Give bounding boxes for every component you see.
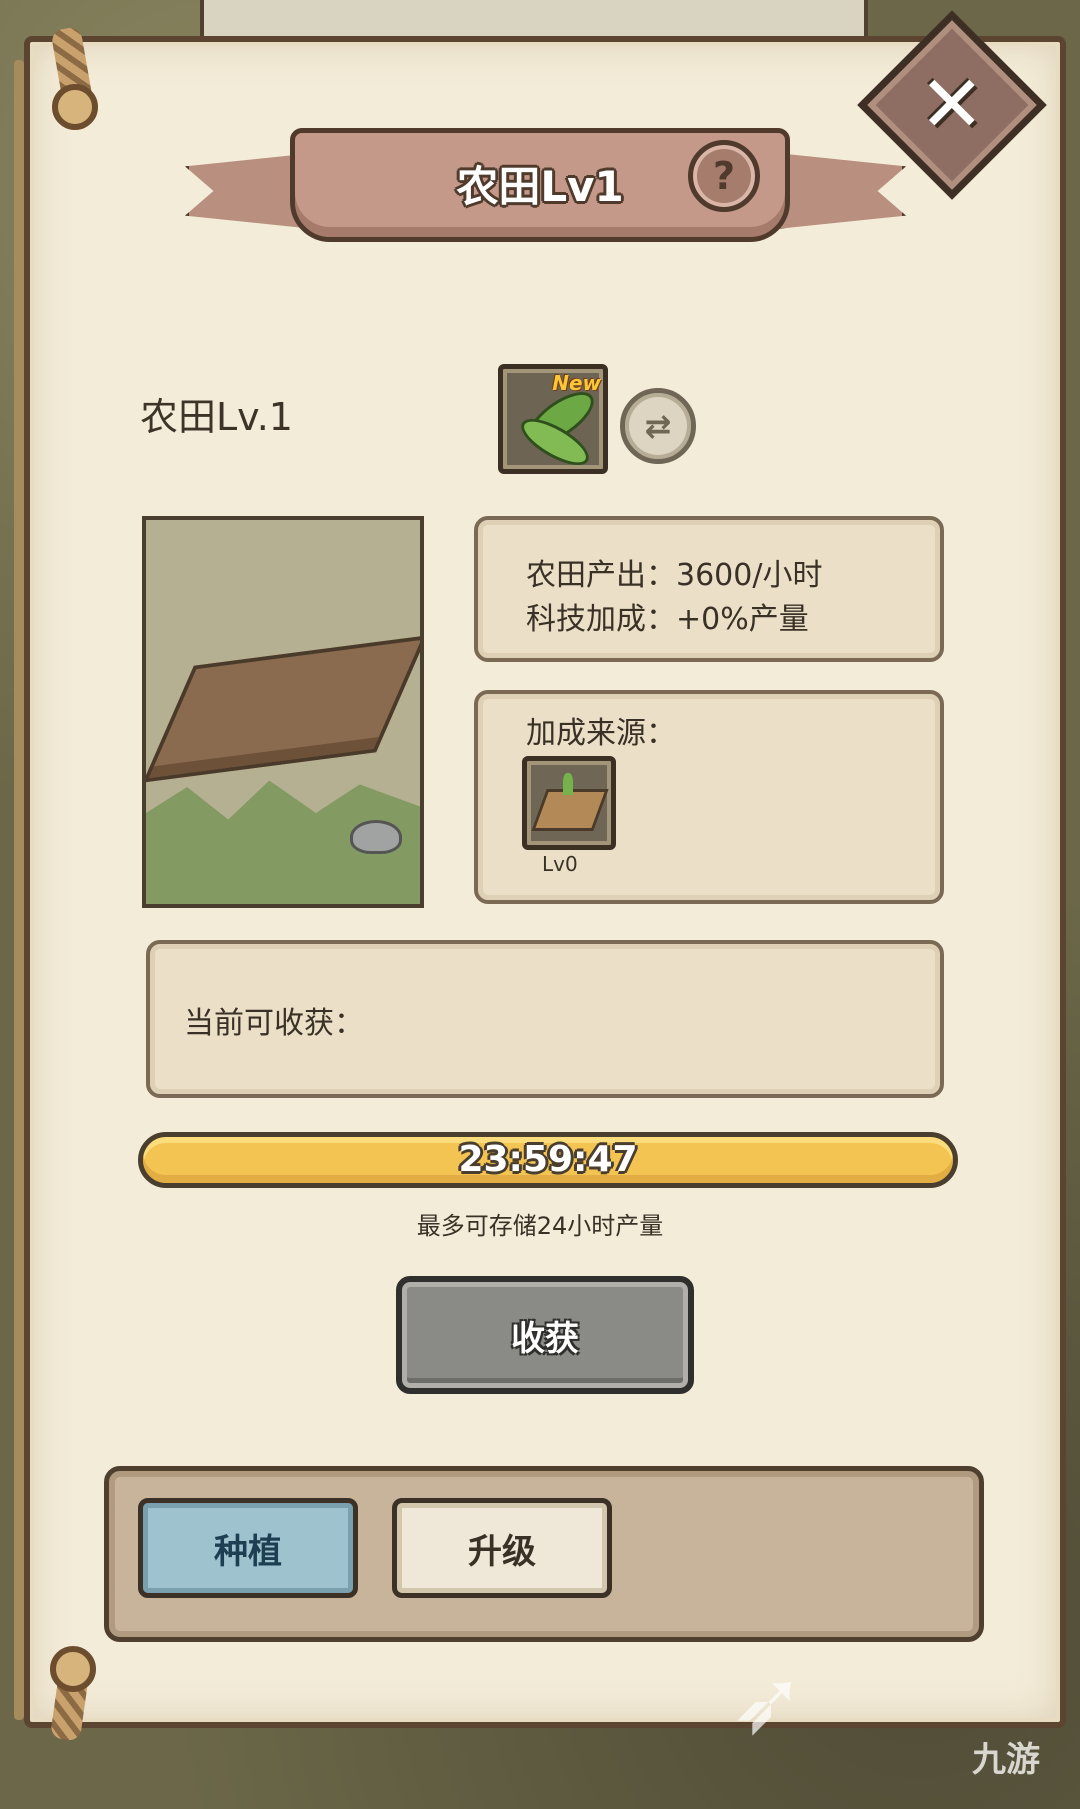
close-icon: ✕ <box>919 59 985 150</box>
swap-icon: ⇄ <box>644 407 672 445</box>
tech-bonus-stat: 科技加成：+0%产量 <box>526 602 809 637</box>
new-badge: New <box>552 371 601 395</box>
tab-plant[interactable]: 种植 <box>138 1498 358 1598</box>
ring-decoration <box>52 84 98 130</box>
harvest-button-label: 收获 <box>511 1318 579 1359</box>
production-progress-bar: 23:59:47 <box>138 1132 958 1188</box>
bonus-item-level: Lv0 <box>542 852 578 876</box>
sprout-icon <box>563 773 573 795</box>
rock-decoration <box>350 820 402 854</box>
crop-slot[interactable]: New <box>498 364 608 474</box>
scroll-edge <box>14 60 24 1720</box>
farmland-illustration <box>142 516 424 908</box>
ring-decoration <box>50 1646 96 1692</box>
watermark-bird-icon: ➶ <box>730 1650 806 1755</box>
output-stat: 农田产出：3600/小时 <box>526 558 823 593</box>
farmland-plot <box>146 635 420 783</box>
bonus-source-title: 加成来源： <box>526 716 676 751</box>
farmland-tech-icon <box>531 789 609 831</box>
bonus-source-item[interactable] <box>522 756 616 850</box>
tab-upgrade[interactable]: 升级 <box>392 1498 612 1598</box>
timer-text: 23:59:47 <box>458 1139 638 1180</box>
question-icon: ? <box>712 154 736 198</box>
tab-upgrade-label: 升级 <box>468 1531 536 1572</box>
harvestable-label: 当前可收获： <box>184 1006 364 1041</box>
harvest-button[interactable]: 收获 <box>396 1276 694 1394</box>
help-button[interactable]: ? <box>688 140 760 212</box>
watermark-logo: 九游 <box>972 1740 1040 1780</box>
building-level-label: 农田Lv.1 <box>140 395 293 439</box>
storage-note: 最多可存储24小时产量 <box>416 1212 664 1240</box>
swap-crop-button[interactable]: ⇄ <box>620 388 696 464</box>
tab-plant-label: 种植 <box>214 1531 282 1572</box>
